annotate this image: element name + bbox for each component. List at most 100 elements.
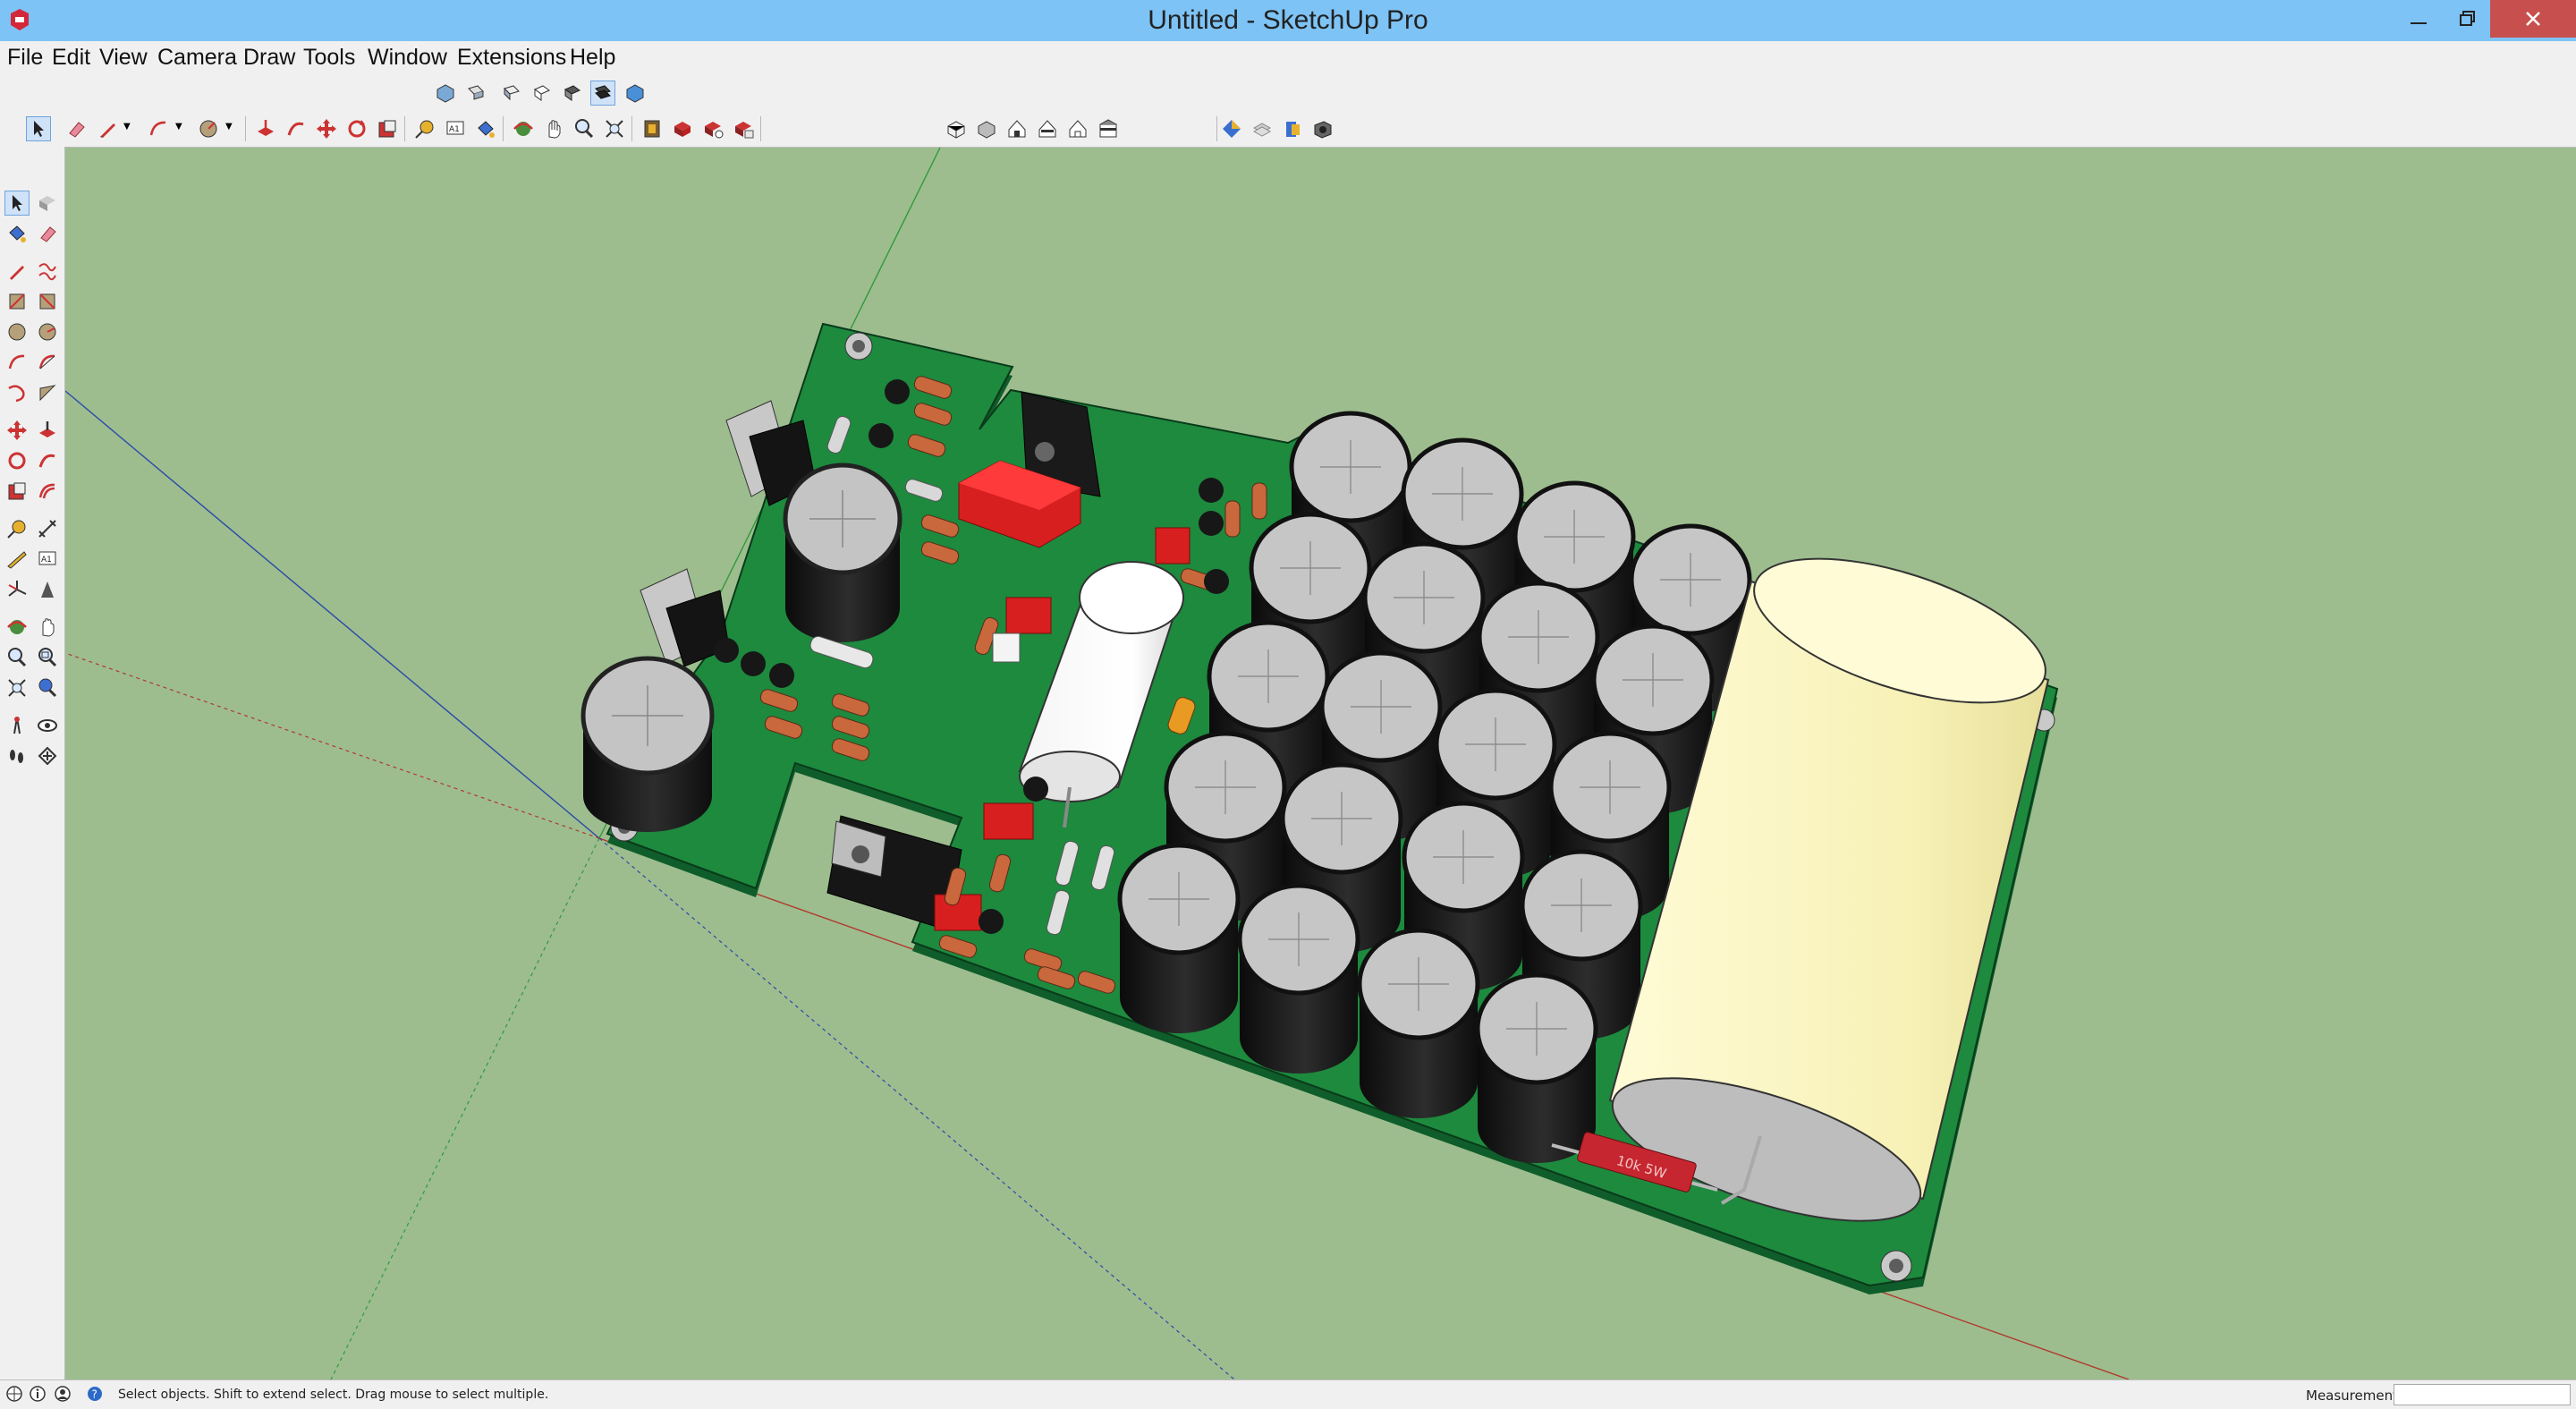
text-icon[interactable]: A1 bbox=[444, 117, 467, 140]
toolbar-separator bbox=[245, 116, 246, 141]
move-icon[interactable] bbox=[315, 117, 338, 140]
freehand-icon[interactable] bbox=[36, 259, 59, 283]
zoom-icon[interactable] bbox=[572, 117, 596, 140]
geo-location-icon[interactable] bbox=[5, 1385, 23, 1403]
menu-camera[interactable]: Camera bbox=[157, 45, 237, 71]
select-icon[interactable] bbox=[26, 116, 51, 141]
iso-view-icon[interactable] bbox=[434, 81, 457, 105]
top-view-icon[interactable] bbox=[464, 81, 487, 105]
arc-icon[interactable] bbox=[5, 351, 29, 374]
pan-icon[interactable] bbox=[542, 117, 565, 140]
chevron-down-icon[interactable]: ▼ bbox=[225, 122, 236, 145]
back-view-icon[interactable] bbox=[561, 81, 584, 105]
electrolytic-capacitor[interactable] bbox=[1237, 883, 1360, 1074]
menu-edit[interactable]: Edit bbox=[52, 45, 90, 71]
shaded-icon[interactable] bbox=[1036, 117, 1059, 140]
circle-icon[interactable] bbox=[5, 320, 29, 344]
menu-tools[interactable]: Tools bbox=[303, 45, 355, 71]
previous-view-icon[interactable] bbox=[36, 676, 59, 700]
xray-style-icon[interactable] bbox=[945, 117, 968, 140]
circle-icon[interactable] bbox=[197, 117, 220, 140]
section-icon[interactable] bbox=[623, 81, 647, 105]
pan-icon[interactable] bbox=[36, 615, 59, 639]
help-icon[interactable]: ? bbox=[86, 1385, 104, 1403]
wireframe-icon[interactable] bbox=[975, 117, 998, 140]
move-icon[interactable] bbox=[5, 419, 29, 442]
menu-view[interactable]: View bbox=[99, 45, 148, 71]
layers-icon[interactable] bbox=[1250, 117, 1274, 140]
left-view-icon[interactable] bbox=[590, 81, 615, 106]
rectangle-icon[interactable] bbox=[5, 290, 29, 313]
title-bar: Untitled - SketchUp Pro bbox=[0, 0, 2576, 41]
electrolytic-capacitor[interactable] bbox=[1357, 928, 1480, 1118]
paint-icon[interactable] bbox=[474, 117, 497, 140]
orbit-icon[interactable] bbox=[5, 615, 29, 639]
push-pull-icon[interactable] bbox=[254, 117, 277, 140]
menu-extensions[interactable]: Extensions bbox=[457, 45, 566, 71]
menu-draw[interactable]: Draw bbox=[243, 45, 295, 71]
look-around-icon[interactable] bbox=[36, 714, 59, 737]
rotate-icon[interactable] bbox=[5, 449, 29, 472]
axes-icon[interactable] bbox=[5, 578, 29, 601]
ruby-icon[interactable] bbox=[732, 117, 755, 140]
menu-file[interactable]: File bbox=[7, 45, 43, 71]
rotated-rectangle-icon[interactable] bbox=[36, 290, 59, 313]
section-plane-icon[interactable] bbox=[36, 744, 59, 768]
pencil-icon[interactable] bbox=[97, 117, 120, 140]
eraser-icon[interactable] bbox=[36, 222, 59, 245]
user-icon[interactable] bbox=[54, 1385, 72, 1403]
polygon-icon[interactable] bbox=[36, 320, 59, 344]
follow-me-icon[interactable] bbox=[284, 117, 308, 140]
walk-icon[interactable] bbox=[5, 744, 29, 768]
3d-text-icon[interactable] bbox=[36, 578, 59, 601]
monochrome-icon[interactable] bbox=[1097, 117, 1120, 140]
info-icon[interactable] bbox=[29, 1385, 47, 1403]
sandbox-icon[interactable] bbox=[1220, 117, 1243, 140]
zoom-extents-icon[interactable] bbox=[603, 117, 626, 140]
right-view-icon[interactable] bbox=[530, 81, 554, 105]
paint-icon[interactable] bbox=[5, 222, 29, 245]
camera-icon[interactable] bbox=[1311, 117, 1335, 140]
rotate-icon[interactable] bbox=[345, 117, 369, 140]
follow-me-icon[interactable] bbox=[36, 449, 59, 472]
chevron-down-icon[interactable]: ▼ bbox=[175, 122, 186, 145]
arc-icon[interactable] bbox=[147, 117, 170, 140]
zoom-extents-icon[interactable] bbox=[5, 676, 29, 700]
model-viewport[interactable]: 10k 5W bbox=[65, 148, 2576, 1379]
select-icon[interactable] bbox=[4, 191, 30, 216]
textured-icon[interactable] bbox=[1066, 117, 1089, 140]
dimension-icon[interactable] bbox=[36, 517, 59, 540]
text-icon[interactable]: A1 bbox=[36, 547, 59, 571]
close-button[interactable] bbox=[2490, 0, 2576, 38]
push-pull-icon[interactable] bbox=[36, 419, 59, 442]
front-view-icon[interactable] bbox=[500, 81, 523, 105]
scale-icon[interactable] bbox=[376, 117, 399, 140]
scale-icon[interactable] bbox=[5, 480, 29, 503]
measurements-input[interactable] bbox=[2394, 1384, 2571, 1405]
three-point-arc-icon[interactable] bbox=[5, 381, 29, 404]
position-camera-icon[interactable] bbox=[5, 714, 29, 737]
zoom-window-icon[interactable] bbox=[36, 646, 59, 669]
tape-icon[interactable] bbox=[413, 117, 436, 140]
status-bar: ? Select objects. Shift to extend select… bbox=[0, 1379, 2576, 1409]
scenes-icon[interactable] bbox=[1281, 117, 1304, 140]
warehouse-icon[interactable] bbox=[640, 117, 664, 140]
hidden-line-icon[interactable] bbox=[1005, 117, 1029, 140]
tape-icon[interactable] bbox=[5, 517, 29, 540]
electrolytic-capacitor[interactable] bbox=[1117, 843, 1241, 1033]
offset-icon[interactable] bbox=[36, 480, 59, 503]
electrolytic-capacitor[interactable] bbox=[1475, 972, 1598, 1163]
eraser-icon[interactable] bbox=[64, 117, 88, 140]
pie-icon[interactable] bbox=[36, 381, 59, 404]
extension-icon[interactable] bbox=[671, 117, 694, 140]
chevron-down-icon[interactable]: ▼ bbox=[123, 122, 134, 145]
menu-window[interactable]: Window bbox=[368, 45, 447, 71]
two-point-arc-icon[interactable] bbox=[36, 351, 59, 374]
pencil-icon[interactable] bbox=[5, 259, 29, 283]
zoom-icon[interactable] bbox=[5, 646, 29, 669]
orbit-icon[interactable] bbox=[512, 117, 535, 140]
menu-help[interactable]: Help bbox=[570, 45, 615, 71]
protractor-icon[interactable] bbox=[5, 547, 29, 571]
component-icon[interactable] bbox=[701, 117, 724, 140]
component-icon[interactable] bbox=[36, 191, 59, 215]
